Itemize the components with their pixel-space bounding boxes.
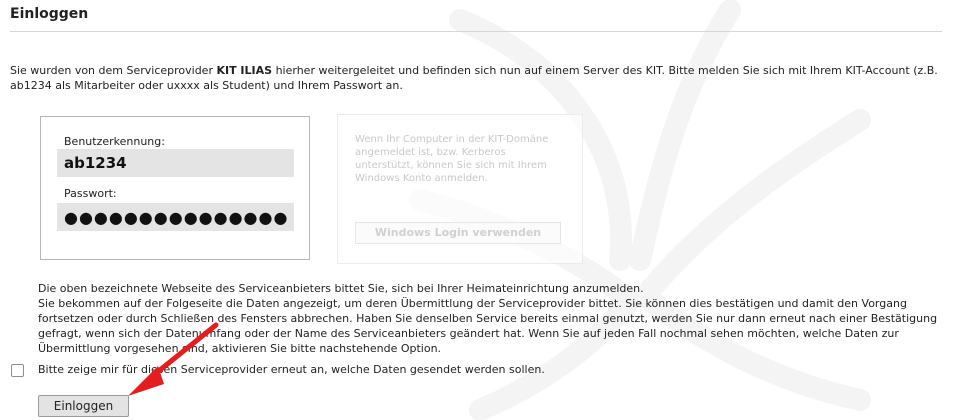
service-provider-name: KIT ILIAS (216, 64, 273, 77)
intro-part1: Sie wurden von dem Serviceprovider (10, 64, 217, 77)
login-form: Benutzerkennung: ab1234 Passwort: ●●●●●●… (40, 116, 310, 260)
title-divider (10, 31, 942, 32)
password-field[interactable]: ●●●●●●●●●●●●●●● (57, 203, 294, 231)
intro-text: Sie wurden von dem Serviceprovider KIT I… (10, 63, 945, 93)
password-label: Passwort: (64, 187, 117, 200)
info-line-2: Sie bekommen auf der Folgeseite die Date… (38, 297, 938, 355)
windows-login-text: Wenn Ihr Computer in der KIT-Domäne ange… (355, 134, 549, 184)
login-button[interactable]: Einloggen (38, 395, 129, 417)
windows-login-button[interactable]: Windows Login verwenden (355, 222, 561, 244)
consent-info: Die oben bezeichnete Webseite des Servic… (38, 281, 943, 356)
page-title: Einloggen (10, 6, 89, 22)
show-data-checkbox[interactable] (11, 363, 24, 377)
windows-login-panel: Wenn Ihr Computer in der KIT-Domäne ange… (337, 114, 583, 264)
consent-option: Bitte zeige mir für diesen Serviceprovid… (11, 362, 545, 378)
show-data-label[interactable]: Bitte zeige mir für diesen Serviceprovid… (38, 363, 545, 376)
info-line-1: Die oben bezeichnete Webseite des Servic… (38, 282, 644, 295)
username-field[interactable]: ab1234 (57, 149, 294, 177)
username-label: Benutzerkennung: (64, 135, 165, 148)
